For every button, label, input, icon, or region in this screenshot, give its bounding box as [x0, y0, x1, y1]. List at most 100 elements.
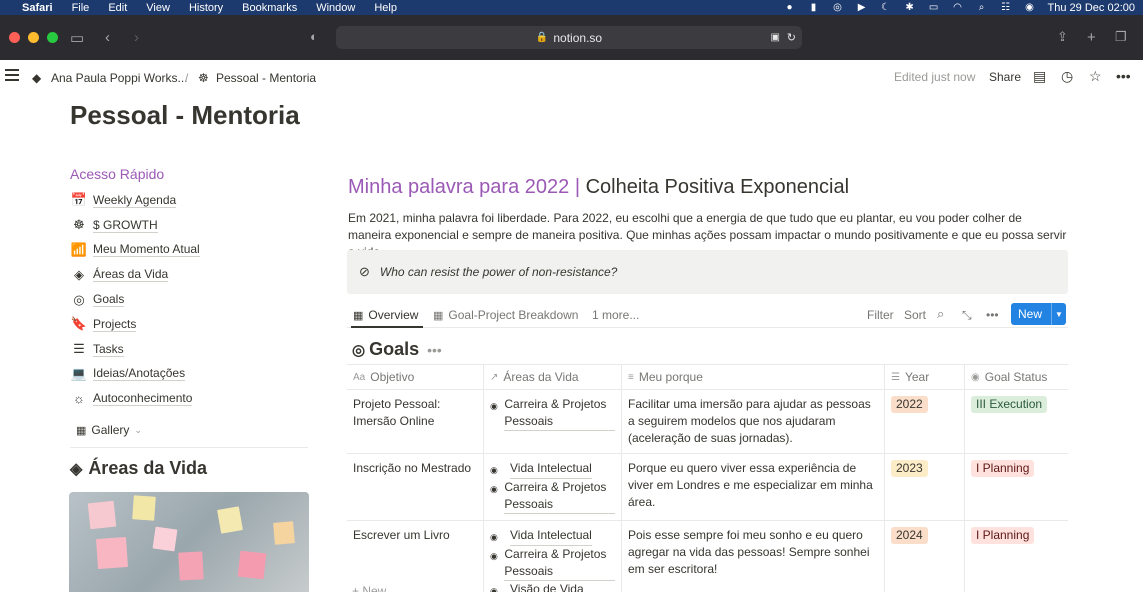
- gallery-card-cover-image[interactable]: [69, 492, 309, 592]
- column-objetivo[interactable]: Aa Objetivo: [347, 365, 484, 389]
- breadcrumb-workspace[interactable]: Ana Paula Poppi Works...: [51, 71, 188, 85]
- nav-meu-momento-atual[interactable]: 📶 Meu Momento Atual: [70, 238, 310, 263]
- minimize-window-button[interactable]: [28, 32, 39, 43]
- calendar-icon: 📅: [70, 192, 88, 208]
- nav-autoconhecimento[interactable]: ☼ Autoconhecimento: [70, 386, 310, 411]
- view-more-options-icon[interactable]: •••: [986, 308, 999, 322]
- cell-areas[interactable]: ◉ Vida Intelectual ◉ Carreira & Projetos P…: [484, 454, 622, 520]
- nav-projects[interactable]: 🔖 Projects: [70, 312, 310, 337]
- nav-weekly-agenda[interactable]: 📅 Weekly Agenda: [70, 188, 310, 213]
- table-row[interactable]: Projeto Pessoal: Imersão Online ◉ Carreir…: [347, 390, 1068, 454]
- privacy-shield-icon[interactable]: ◐: [310, 29, 318, 44]
- tab-goal-project-breakdown[interactable]: ▦ Goal-Project Breakdown: [433, 308, 578, 322]
- cell-status[interactable]: I Planning: [965, 521, 1068, 592]
- new-record-button[interactable]: New ▼: [1011, 303, 1066, 325]
- chevron-down-icon: ⌄: [134, 424, 142, 435]
- bookmark-status-icon[interactable]: ▮: [808, 2, 820, 13]
- cell-status[interactable]: I Planning: [965, 454, 1068, 520]
- more-options-icon[interactable]: •••: [1116, 68, 1131, 84]
- menu-app-safari[interactable]: Safari: [22, 2, 53, 14]
- menubar-clock[interactable]: Thu 29 Dec 02:00: [1048, 2, 1135, 14]
- areas-gallery-title[interactable]: ◈ Áreas da Vida: [70, 458, 310, 479]
- battery-icon[interactable]: ▭: [928, 2, 940, 13]
- menu-history[interactable]: History: [189, 2, 223, 14]
- cell-porque[interactable]: Facilitar uma imersão para ajudar as pes…: [622, 390, 885, 453]
- database-more-icon[interactable]: •••: [427, 342, 442, 358]
- add-new-row-button[interactable]: + New: [352, 584, 386, 592]
- forward-icon[interactable]: ›: [134, 29, 139, 46]
- column-meu-porque[interactable]: ≡ Meu porque: [622, 365, 885, 389]
- table-row[interactable]: Escrever um Livro ◉ Vida Intelectual ◉ Car…: [347, 521, 1068, 592]
- menu-bookmarks[interactable]: Bookmarks: [242, 2, 297, 14]
- search-icon[interactable]: ⌕: [937, 306, 944, 322]
- siri-icon[interactable]: ◉: [1024, 2, 1036, 13]
- table-row[interactable]: Inscrição no Mestrado ◉ Vida Intelectual …: [347, 454, 1068, 521]
- breadcrumb-page[interactable]: Pessoal - Mentoria: [216, 71, 316, 85]
- bluetooth-icon[interactable]: ✱: [904, 2, 916, 13]
- layers-icon: ◈: [74, 266, 84, 282]
- tab-overview-icon[interactable]: ❐: [1115, 29, 1127, 45]
- cell-status[interactable]: III Execution: [965, 390, 1068, 453]
- column-areas-da-vida[interactable]: ↗ Áreas da Vida: [484, 365, 622, 389]
- table-icon: ▦: [353, 309, 364, 322]
- nav-tasks[interactable]: ☰ Tasks: [70, 337, 310, 362]
- text-property-icon: Aa: [353, 371, 366, 383]
- cell-objetivo[interactable]: Inscrição no Mestrado: [347, 454, 484, 520]
- tab-more-views[interactable]: 1 more...: [592, 308, 639, 322]
- nav-ideias-anotacoes[interactable]: 💻 Ideias/Anotações: [70, 362, 310, 387]
- menu-window[interactable]: Window: [316, 2, 355, 14]
- favorite-star-icon[interactable]: ☆: [1089, 68, 1102, 85]
- close-window-button[interactable]: [9, 32, 20, 43]
- share-button[interactable]: Share: [989, 70, 1021, 84]
- expand-icon[interactable]: ⤡: [962, 308, 972, 323]
- cell-objetivo[interactable]: Projeto Pessoal: Imersão Online: [347, 390, 484, 453]
- nav-goals[interactable]: ◎ Goals: [70, 287, 310, 312]
- table-icon: ▦: [433, 309, 444, 322]
- breadcrumb-separator: /: [185, 71, 189, 85]
- menu-edit[interactable]: Edit: [108, 2, 127, 14]
- tab-overview[interactable]: ▦ Overview: [353, 308, 418, 322]
- wifi-icon[interactable]: ◠: [952, 2, 964, 13]
- column-goal-status[interactable]: ◉ Goal Status: [965, 365, 1068, 389]
- column-year[interactable]: ☰ Year: [885, 365, 965, 389]
- comments-icon[interactable]: ▤: [1033, 68, 1046, 85]
- control-center-icon[interactable]: ☷: [1000, 2, 1012, 13]
- nav-growth[interactable]: ☸ $ GROWTH: [70, 213, 310, 238]
- sync-status-icon[interactable]: ◎: [832, 2, 844, 13]
- play-status-icon[interactable]: ▶: [856, 2, 868, 13]
- quick-access-heading: Acesso Rápido: [70, 166, 165, 182]
- zoom-window-button[interactable]: [47, 32, 58, 43]
- filter-button[interactable]: Filter: [867, 308, 894, 322]
- back-icon[interactable]: ‹: [105, 29, 110, 46]
- moon-icon[interactable]: ☾: [880, 2, 892, 13]
- share-browser-icon[interactable]: ⇪: [1057, 29, 1068, 45]
- cell-year[interactable]: 2022: [885, 390, 965, 453]
- new-tab-icon[interactable]: +: [1087, 29, 1096, 46]
- sticky-note: [237, 550, 267, 580]
- cell-objetivo[interactable]: Escrever um Livro: [347, 521, 484, 592]
- reload-icon[interactable]: ↻: [787, 31, 796, 44]
- updates-clock-icon[interactable]: ◷: [1061, 68, 1073, 85]
- gallery-view-selector[interactable]: ▦ Gallery ⌄: [70, 421, 310, 439]
- cell-year[interactable]: 2024: [885, 521, 965, 592]
- compass-icon: ⊘: [359, 264, 370, 279]
- relation-page-icon: ◉: [490, 484, 498, 494]
- address-bar[interactable]: 🔒 notion.so ▣ ↻: [336, 26, 802, 49]
- menu-view[interactable]: View: [146, 2, 170, 14]
- spotlight-search-icon[interactable]: ⌕: [976, 2, 988, 13]
- nav-areas-da-vida[interactable]: ◈ Áreas da Vida: [70, 262, 310, 287]
- status-more-icon[interactable]: ●: [784, 2, 796, 13]
- page-title: Pessoal - Mentoria: [70, 100, 300, 130]
- cell-year[interactable]: 2023: [885, 454, 965, 520]
- sidebar-toggle-icon[interactable]: ▭: [70, 29, 84, 47]
- menu-file[interactable]: File: [72, 2, 90, 14]
- cell-porque[interactable]: Porque eu quero viver essa experiência d…: [622, 454, 885, 520]
- menu-icon[interactable]: [5, 69, 19, 84]
- sort-button[interactable]: Sort: [904, 308, 926, 322]
- chevron-down-icon[interactable]: ▼: [1051, 303, 1066, 325]
- cell-areas[interactable]: ◉ Vida Intelectual ◉ Carreira & Projetos P…: [484, 521, 622, 592]
- cell-areas[interactable]: ◉ Carreira & Projetos Pessoais: [484, 390, 622, 453]
- cell-porque[interactable]: Pois esse sempre foi meu sonho e eu quer…: [622, 521, 885, 592]
- menu-help[interactable]: Help: [374, 2, 397, 14]
- translate-icon[interactable]: ▣: [771, 32, 780, 43]
